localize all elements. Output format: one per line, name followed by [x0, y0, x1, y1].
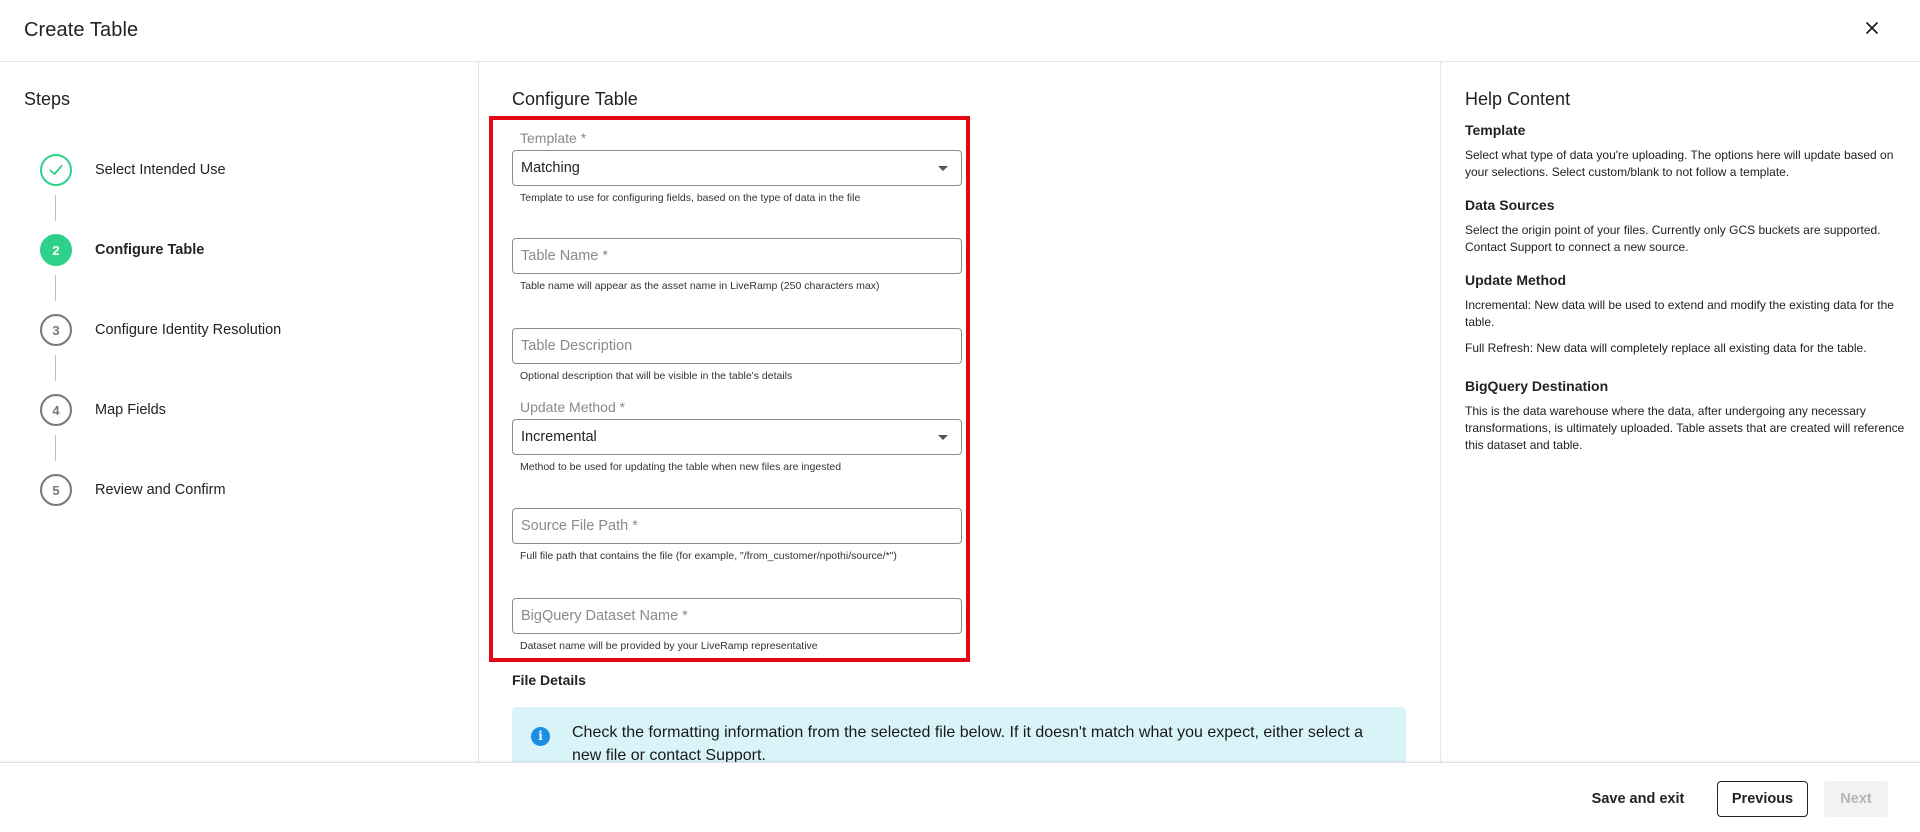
modal-header: Create Table: [0, 0, 1920, 62]
check-icon: [49, 165, 63, 175]
step-status-completed: [40, 154, 72, 186]
table-description-placeholder: Table Description: [521, 338, 633, 354]
previous-button[interactable]: Previous: [1717, 781, 1808, 817]
step-number: 3: [40, 314, 72, 346]
create-table-modal: Create Table Steps Select Intended Use 2…: [0, 0, 1920, 832]
step-number: 5: [40, 474, 72, 506]
template-label: Template *: [520, 130, 587, 146]
help-section-template: Template Select what type of data you're…: [1465, 122, 1905, 190]
source-file-path-field: Source File Path * Full file path that c…: [512, 508, 962, 562]
configure-table-form: Configure Table Template * Matching Temp…: [480, 62, 1440, 762]
info-icon: i: [531, 727, 550, 746]
help-section-bigquery-destination: BigQuery Destination This is the data wa…: [1465, 378, 1905, 463]
table-name-field: Table Name * Table name will appear as t…: [512, 238, 962, 292]
template-select[interactable]: Matching: [512, 150, 962, 186]
next-button[interactable]: Next: [1824, 781, 1888, 817]
template-value: Matching: [521, 160, 580, 176]
steps-title: Steps: [24, 89, 71, 109]
update-method-field: Update Method * Incremental Method to be…: [512, 399, 962, 473]
table-description-helper: Optional description that will be visibl…: [520, 370, 793, 382]
chevron-down-icon: [938, 435, 948, 440]
table-name-input[interactable]: Table Name *: [512, 238, 962, 274]
help-paragraph: Select the origin point of your files. C…: [1465, 223, 1881, 254]
step-connector: [55, 195, 56, 221]
help-paragraph: Full Refresh: New data will completely r…: [1465, 341, 1867, 355]
step-select-intended-use[interactable]: Select Intended Use: [40, 154, 226, 186]
info-banner-text: Check the formatting information from th…: [572, 724, 1364, 762]
chevron-down-icon: [938, 166, 948, 171]
source-file-path-input[interactable]: Source File Path *: [512, 508, 962, 544]
step-label: Map Fields: [95, 402, 166, 418]
section-title: Configure Table: [512, 89, 638, 109]
template-helper: Template to use for configuring fields, …: [520, 192, 861, 204]
step-connector: [55, 435, 56, 461]
save-and-exit-button[interactable]: Save and exit: [1583, 781, 1693, 817]
modal-footer: Save and exit Previous Next: [0, 762, 1920, 832]
help-paragraph: This is the data warehouse where the dat…: [1465, 404, 1905, 452]
update-method-helper: Method to be used for updating the table…: [520, 461, 842, 473]
step-configure-table[interactable]: 2 Configure Table: [40, 234, 204, 266]
info-banner: i Check the formatting information from …: [512, 707, 1406, 762]
update-method-label: Update Method *: [520, 399, 626, 415]
table-description-input[interactable]: Table Description: [512, 328, 962, 364]
step-label: Select Intended Use: [95, 162, 226, 178]
step-label: Review and Confirm: [95, 482, 226, 498]
step-configure-identity-resolution[interactable]: 3 Configure Identity Resolution: [40, 314, 281, 346]
file-details-heading: File Details: [512, 672, 586, 688]
template-field: Template * Matching Template to use for …: [512, 130, 962, 204]
bigquery-dataset-placeholder: BigQuery Dataset Name *: [521, 608, 688, 624]
step-connector: [55, 275, 56, 301]
close-icon: [1866, 22, 1878, 34]
table-name-helper: Table name will appear as the asset name…: [520, 280, 880, 292]
step-connector: [55, 355, 56, 381]
help-panel: Help Content Template Select what type o…: [1440, 62, 1920, 762]
source-file-path-helper: Full file path that contains the file (f…: [520, 550, 897, 562]
table-description-field: Table Description Optional description t…: [512, 328, 962, 382]
close-button[interactable]: [1862, 18, 1882, 38]
table-name-placeholder: Table Name *: [521, 248, 609, 264]
bigquery-dataset-input[interactable]: BigQuery Dataset Name *: [512, 598, 962, 634]
source-file-path-placeholder: Source File Path *: [521, 518, 638, 534]
bigquery-dataset-helper: Dataset name will be provided by your Li…: [520, 640, 818, 652]
help-title: Help Content: [1465, 89, 1571, 109]
help-section-update-method: Update Method Incremental: New data will…: [1465, 272, 1905, 366]
help-heading: Update Method: [1465, 272, 1567, 288]
bigquery-dataset-field: BigQuery Dataset Name * Dataset name wil…: [512, 598, 962, 652]
step-label: Configure Table: [95, 242, 205, 258]
update-method-select[interactable]: Incremental: [512, 419, 962, 455]
help-heading: Data Sources: [1465, 197, 1555, 213]
modal-title: Create Table: [24, 19, 139, 41]
step-number: 2: [40, 234, 72, 266]
step-label: Configure Identity Resolution: [95, 322, 282, 338]
step-review-and-confirm[interactable]: 5 Review and Confirm: [40, 474, 226, 506]
step-map-fields[interactable]: 4 Map Fields: [40, 394, 166, 426]
help-paragraph: Incremental: New data will be used to ex…: [1465, 298, 1894, 329]
help-heading: Template: [1465, 122, 1526, 138]
steps-panel: Steps Select Intended Use 2 Configure Ta…: [0, 62, 479, 762]
help-paragraph: Select what type of data you're uploadin…: [1465, 148, 1894, 179]
help-heading: BigQuery Destination: [1465, 378, 1609, 394]
step-number: 4: [40, 394, 72, 426]
update-method-value: Incremental: [521, 429, 597, 445]
help-section-data-sources: Data Sources Select the origin point of …: [1465, 197, 1905, 265]
